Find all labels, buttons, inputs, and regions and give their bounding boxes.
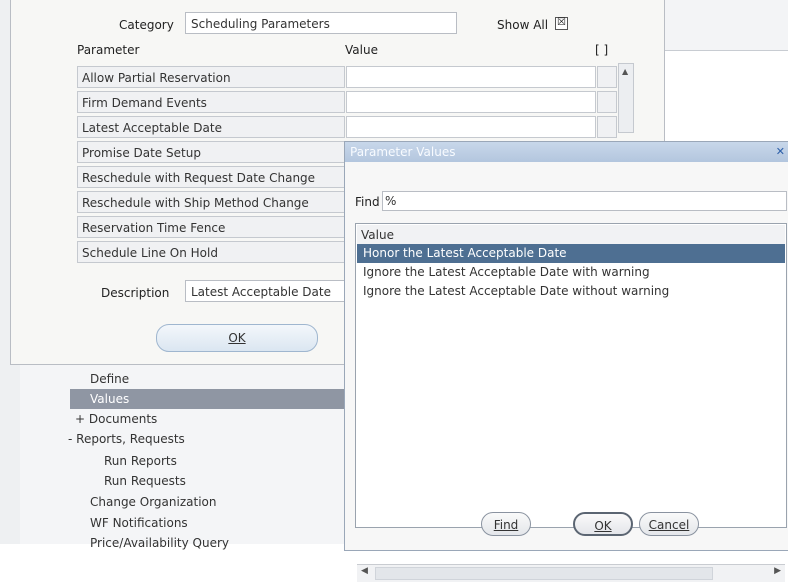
dialog-titlebar[interactable]: Parameter Values ✕ <box>345 142 788 162</box>
ok-button[interactable]: OK <box>156 324 318 352</box>
parameters-scrollbar[interactable]: ▲ <box>618 63 634 133</box>
parameter-cell-reschedule-ship-method[interactable]: Reschedule with Ship Method Change <box>77 191 345 213</box>
scroll-right-icon[interactable]: ▶ <box>774 566 781 576</box>
show-all-label: Show All <box>497 18 549 32</box>
dialog-title: Parameter Values <box>350 145 456 159</box>
tree-item-reports-requests[interactable]: - Reports, Requests <box>68 429 185 449</box>
find-button-label: Find <box>493 518 519 532</box>
value-cell[interactable] <box>346 66 596 88</box>
parameter-cell-allow-partial-reservation[interactable]: Allow Partial Reservation <box>77 66 345 88</box>
list-item[interactable]: Honor the Latest Acceptable Date <box>357 244 785 263</box>
horizontal-scrollbar[interactable]: ◀ ▶ <box>357 564 785 582</box>
parameter-cell-latest-acceptable-date[interactable]: Latest Acceptable Date <box>77 116 345 138</box>
parameter-cell-schedule-line-on-hold[interactable]: Schedule Line On Hold <box>77 241 345 263</box>
tree-item-values[interactable]: Values <box>70 389 350 409</box>
ok-button-label: OK <box>228 331 246 345</box>
find-button[interactable]: Find <box>481 512 531 536</box>
description-field[interactable]: Latest Acceptable Date <box>185 280 355 302</box>
parameter-cell-reservation-time-fence[interactable]: Reservation Time Fence <box>77 216 345 238</box>
tree-item-price-availability-query[interactable]: Price/Availability Query <box>90 533 229 553</box>
value-cell[interactable] <box>346 91 596 113</box>
column-header-parameter: Parameter <box>77 43 140 57</box>
tree-item-run-reports[interactable]: Run Reports <box>104 451 177 471</box>
list-header-value: Value <box>357 225 785 246</box>
find-input[interactable]: % <box>382 191 787 211</box>
edit-cell[interactable] <box>597 91 617 113</box>
cancel-button[interactable]: Cancel <box>639 512 699 536</box>
scroll-up-icon[interactable]: ▲ <box>622 67 628 76</box>
category-label: Category <box>119 18 174 32</box>
find-label: Find <box>355 195 380 209</box>
description-label: Description <box>101 286 170 300</box>
close-icon[interactable]: ✕ <box>776 142 785 162</box>
dialog-ok-button-label: OK <box>594 519 612 533</box>
value-cell[interactable] <box>346 116 596 138</box>
scrollbar-thumb[interactable] <box>375 567 713 580</box>
edit-cell[interactable] <box>597 66 617 88</box>
dialog-ok-button[interactable]: OK <box>573 512 633 536</box>
scroll-left-icon[interactable]: ◀ <box>361 566 368 576</box>
category-field[interactable]: Scheduling Parameters <box>185 12 457 34</box>
column-header-value: Value <box>345 43 378 57</box>
edit-cell[interactable] <box>597 116 617 138</box>
tree-item-wf-notifications[interactable]: WF Notifications <box>90 513 188 533</box>
show-all-checkbox[interactable]: ☒ <box>555 17 568 30</box>
tree-item-define[interactable]: Define <box>90 369 129 389</box>
parameter-cell-firm-demand-events[interactable]: Firm Demand Events <box>77 91 345 113</box>
parameter-cell-reschedule-request-date[interactable]: Reschedule with Request Date Change <box>77 166 345 188</box>
values-list: Value Honor the Latest Acceptable Date I… <box>355 223 787 582</box>
list-item[interactable]: Ignore the Latest Acceptable Date with w… <box>357 263 785 282</box>
cancel-button-label: Cancel <box>648 518 690 532</box>
tree-item-run-requests[interactable]: Run Requests <box>104 471 186 491</box>
parameter-values-dialog: Parameter Values ✕ Find % Value Honor th… <box>344 141 788 582</box>
tree-item-documents[interactable]: + Documents <box>75 409 157 429</box>
tree-item-change-organization[interactable]: Change Organization <box>90 492 216 512</box>
list-item[interactable]: Ignore the Latest Acceptable Date withou… <box>357 282 785 301</box>
parameter-cell-promise-date-setup[interactable]: Promise Date Setup <box>77 141 345 163</box>
column-header-edit: [ ] <box>595 43 609 57</box>
background-window-strip <box>664 0 788 51</box>
